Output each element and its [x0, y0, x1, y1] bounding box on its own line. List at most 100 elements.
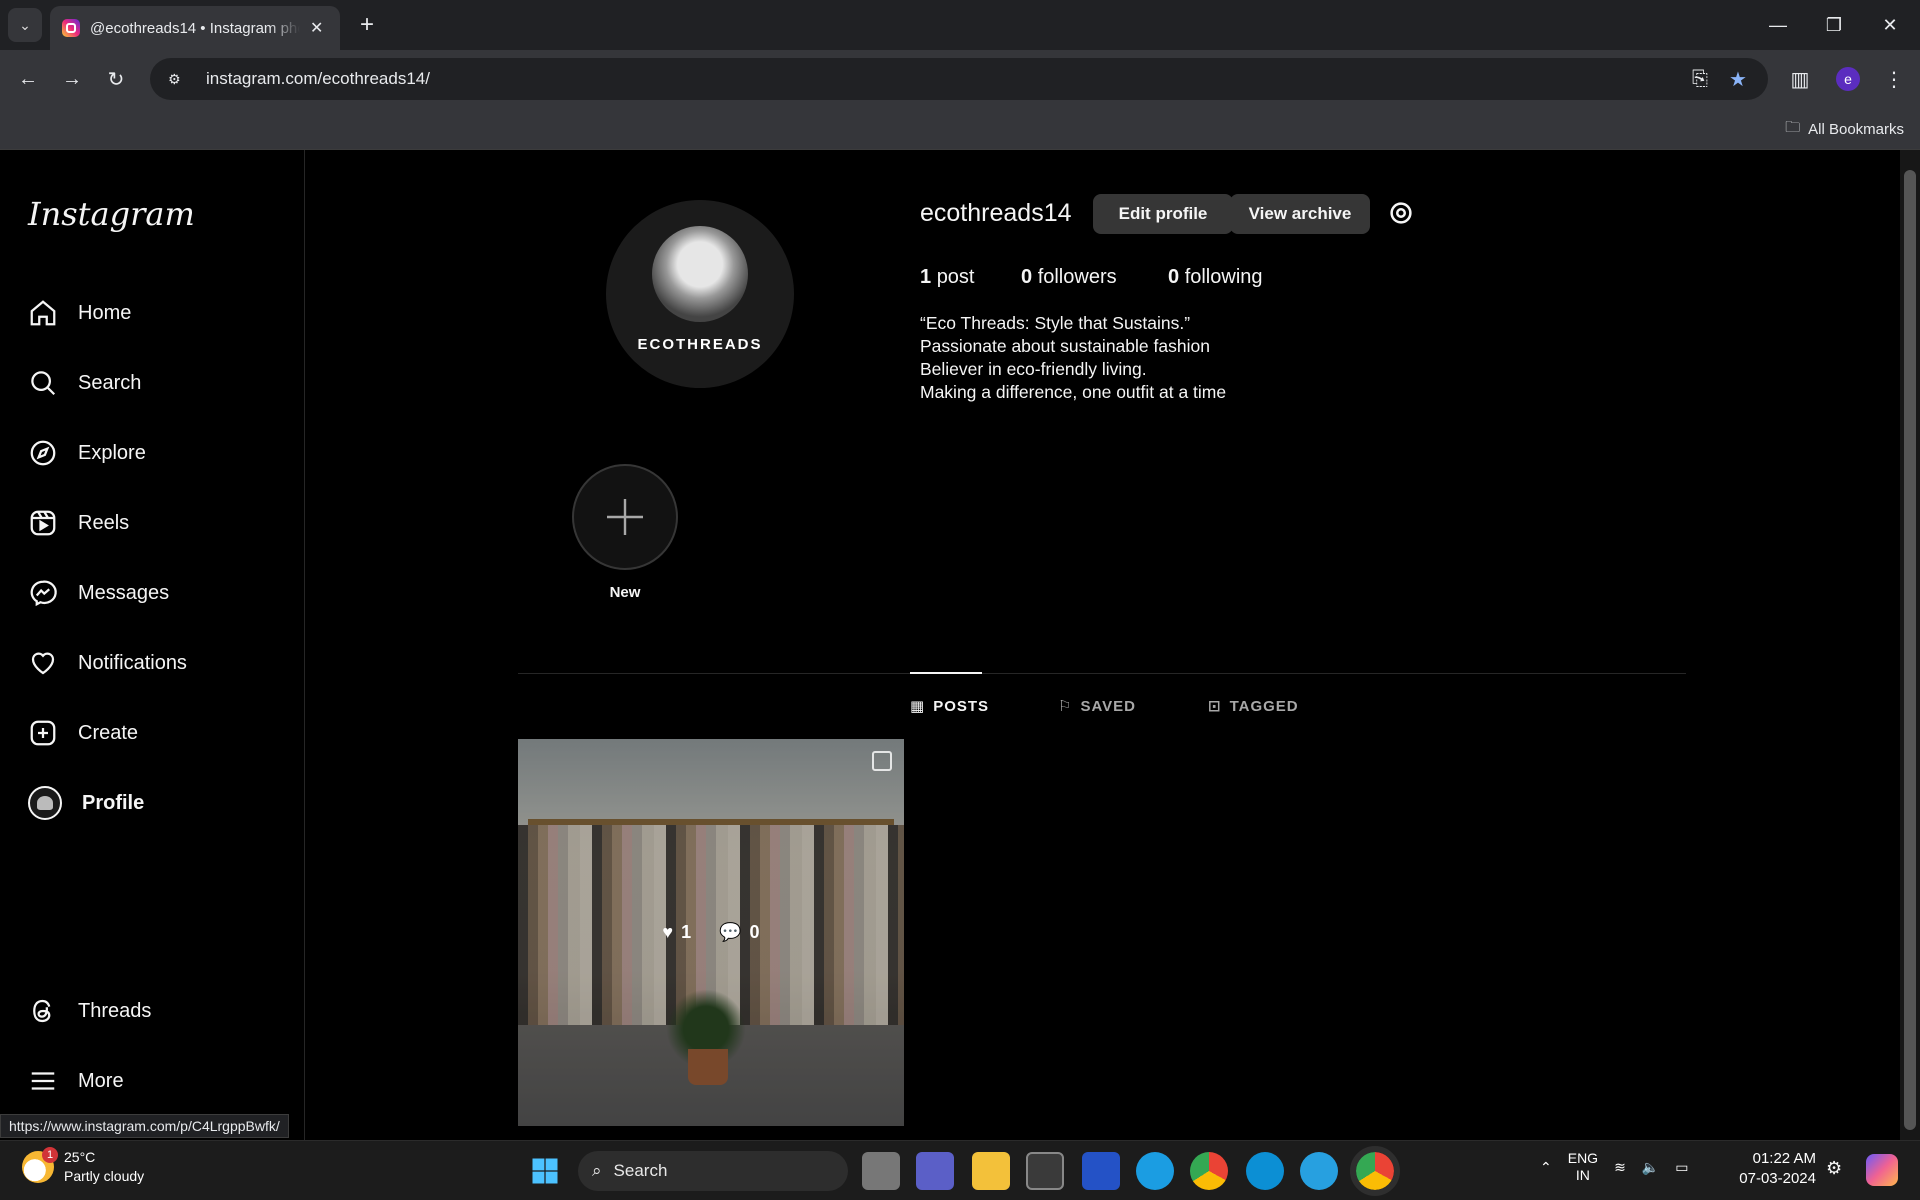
tab-search-button[interactable]: ⌄ — [8, 8, 42, 42]
weather-badge: 1 — [42, 1147, 58, 1163]
chrome-profile-icon[interactable] — [1350, 1146, 1400, 1196]
sidebar-item-home[interactable]: Home — [28, 289, 288, 337]
bio-line: Passionate about sustainable fashion — [920, 336, 1210, 356]
teams-icon[interactable] — [916, 1152, 954, 1190]
chrome-icon[interactable] — [1190, 1152, 1228, 1190]
sidebar-item-reels[interactable]: Reels — [28, 499, 288, 547]
bookmark-star-icon[interactable]: ★ — [1720, 61, 1756, 97]
link-status-bubble: https://www.instagram.com/p/C4LrgppBwfk/ — [0, 1114, 289, 1138]
plus-square-icon — [30, 720, 56, 746]
install-app-icon[interactable]: ⎘ — [1682, 61, 1718, 97]
avatar — [28, 786, 62, 820]
new-highlight-label: New — [609, 584, 641, 601]
plus-icon — [607, 499, 643, 535]
taskbar-search-label: Search — [613, 1161, 668, 1180]
threads-icon — [33, 999, 51, 1023]
tag-user-icon: ⊡ — [1208, 698, 1222, 715]
sidebar-item-messages[interactable]: Messages — [28, 569, 288, 617]
sidebar-item-threads[interactable]: Threads — [28, 987, 288, 1035]
close-window-button[interactable]: ✕ — [1862, 0, 1918, 50]
sidebar-item-label: Threads — [78, 999, 152, 1022]
tab-label: TAGGED — [1229, 697, 1299, 715]
messenger-icon — [30, 580, 57, 607]
sidebar-item-explore[interactable]: Explore — [28, 429, 288, 477]
language-indicator[interactable]: ENG IN — [1568, 1150, 1598, 1184]
page-scrollbar[interactable] — [1900, 150, 1920, 1140]
close-tab-icon[interactable]: ✕ — [310, 18, 323, 38]
battery-icon[interactable]: ▭ — [1675, 1159, 1688, 1176]
menu-icon — [31, 1072, 55, 1090]
back-button[interactable]: ← — [10, 61, 46, 97]
volume-icon[interactable]: 🔈 — [1642, 1159, 1659, 1176]
sidebar-item-profile[interactable]: Profile — [28, 779, 288, 827]
bio-line: Making a difference, one outfit at a tim… — [920, 382, 1227, 402]
view-archive-button[interactable]: View archive — [1230, 194, 1370, 234]
folder-icon: 🗀 — [1785, 119, 1801, 136]
tab-label: POSTS — [933, 697, 990, 715]
chrome-profile-avatar[interactable]: e — [1836, 67, 1860, 91]
search-icon — [31, 371, 56, 396]
all-bookmarks-button[interactable]: 🗀 All Bookmarks — [1785, 117, 1904, 142]
forward-button[interactable]: → — [54, 61, 90, 97]
search-icon: ⌕ — [592, 1161, 602, 1180]
tab-tagged[interactable]: ⊡ TAGGED — [1208, 697, 1299, 716]
post-thumbnail[interactable]: ♥ 1 💬 0 — [518, 739, 904, 1126]
profile-avatar[interactable]: ECOTHREADS — [606, 200, 794, 388]
tab-saved[interactable]: ⚐ SAVED — [1058, 697, 1137, 716]
tab-posts[interactable]: ▦ POSTS — [910, 697, 990, 716]
sidebar-item-search[interactable]: Search — [28, 359, 288, 407]
address-bar[interactable]: ⚙ instagram.com/ecothreads14/ — [150, 58, 1768, 100]
profile-username: ecothreads14 — [920, 199, 1072, 227]
microsoft-store-icon[interactable] — [1026, 1152, 1064, 1190]
sidebar-item-create[interactable]: Create — [28, 709, 288, 757]
followers-count[interactable]: 0 followers — [1021, 266, 1117, 289]
taskbar-search[interactable]: ⌕ Search — [578, 1151, 848, 1191]
sidebar-item-more[interactable]: More — [28, 1057, 288, 1105]
copilot-icon[interactable] — [1866, 1154, 1898, 1186]
browser-tab[interactable]: @ecothreads14 • Instagram photos and vid… — [50, 6, 340, 50]
weather-desc: Partly cloudy — [64, 1168, 145, 1184]
task-view-icon[interactable] — [862, 1152, 900, 1190]
sidebar-item-label: Messages — [78, 581, 170, 604]
heart-filled-icon: ♥ — [662, 922, 674, 942]
new-tab-button[interactable]: + — [352, 10, 382, 40]
windows-start-icon[interactable] — [526, 1152, 564, 1190]
new-highlight-button[interactable] — [572, 464, 678, 570]
bookmarks-bar — [0, 108, 1920, 150]
settings-gear-icon[interactable] — [1386, 198, 1416, 228]
file-explorer-icon[interactable] — [972, 1152, 1010, 1190]
chrome-menu-icon[interactable]: ⋮ — [1876, 61, 1912, 97]
app-icon[interactable] — [1082, 1152, 1120, 1190]
sidebar-item-label: Search — [78, 371, 142, 394]
weather-widget[interactable]: 1 25°C Partly cloudy — [22, 1147, 145, 1186]
restore-button[interactable]: ❐ — [1806, 0, 1862, 50]
taskbar-clock[interactable]: 01:22 AM 07-03-2024 — [1736, 1149, 1816, 1189]
profile-bio: “Eco Threads: Style that Sustains.” Pass… — [920, 312, 1226, 404]
bio-line: “Eco Threads: Style that Sustains.” — [920, 313, 1191, 333]
site-info-icon[interactable]: ⚙ — [168, 71, 192, 88]
heart-icon — [31, 652, 55, 675]
post-stats: ♥ 1 💬 0 — [518, 739, 904, 1126]
wifi-icon[interactable]: ≋ — [1614, 1159, 1626, 1176]
following-count[interactable]: 0 following — [1168, 266, 1263, 289]
minimize-button[interactable]: — — [1750, 0, 1806, 50]
comment-bubble-icon: 💬 — [719, 922, 742, 942]
focus-icon[interactable]: ⚙ — [1826, 1158, 1842, 1179]
system-tray: ⌃ ENG IN ≋ 🔈 ▭ — [1540, 1150, 1688, 1184]
instagram-logo[interactable]: Instagram — [28, 195, 195, 233]
sidebar-item-notifications[interactable]: Notifications — [28, 639, 288, 687]
edge-dev-icon[interactable] — [1246, 1152, 1284, 1190]
tab-title: @ecothreads14 • Instagram photos and vid… — [90, 19, 300, 37]
chevron-up-icon[interactable]: ⌃ — [1540, 1159, 1552, 1176]
tab-label: SAVED — [1080, 697, 1137, 715]
telegram-icon[interactable] — [1300, 1152, 1338, 1190]
bio-line: Believer in eco-friendly living. — [920, 359, 1147, 379]
reload-button[interactable]: ↻ — [98, 61, 134, 97]
avatar-brand-text: ECOTHREADS — [637, 335, 763, 353]
edit-profile-button[interactable]: Edit profile — [1093, 194, 1233, 234]
side-panel-icon[interactable]: ▥ — [1782, 61, 1818, 97]
all-bookmarks-label: All Bookmarks — [1808, 121, 1904, 138]
edge-icon[interactable] — [1136, 1152, 1174, 1190]
bookmark-icon: ⚐ — [1058, 698, 1073, 715]
active-tab-indicator — [910, 672, 982, 674]
